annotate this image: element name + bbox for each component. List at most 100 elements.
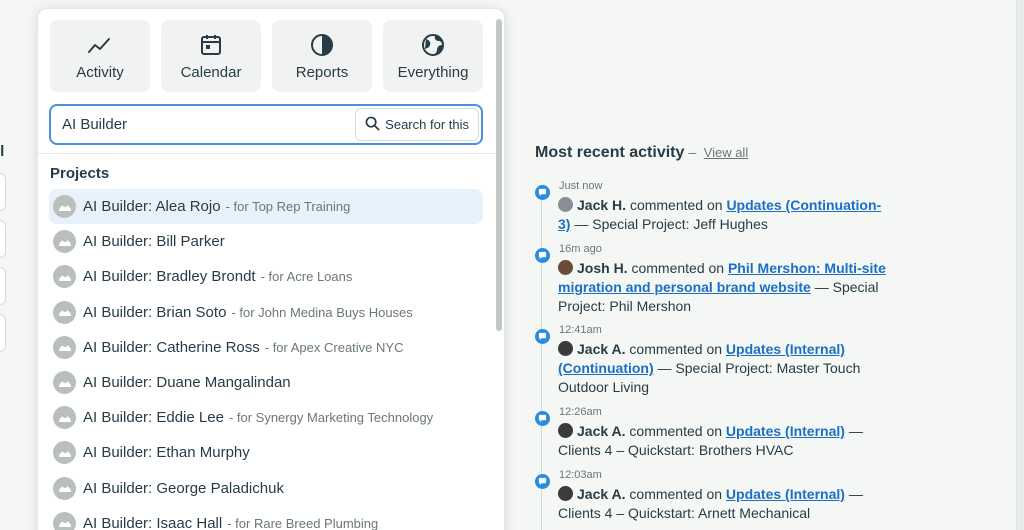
project-item[interactable]: AI Builder: Eddie Lee - for Synergy Marke… <box>49 400 483 435</box>
filter-reports-label: Reports <box>295 63 349 81</box>
filter-calendar-button[interactable]: Calendar <box>161 20 261 92</box>
user-avatar <box>558 486 573 501</box>
divider <box>38 153 496 154</box>
project-name: AI Builder: Catherine Ross <box>83 338 260 356</box>
project-client: - for Top Rep Training <box>225 199 351 215</box>
project-item[interactable]: AI Builder: Alea Rojo - for Top Rep Train… <box>49 189 483 225</box>
project-client: - for Synergy Marketing Technology <box>228 410 434 426</box>
activity-title: Most recent activity <box>535 144 685 161</box>
project-item[interactable]: AI Builder: Bradley Brondt - for Acre Loa… <box>49 259 483 294</box>
user-avatar <box>558 423 573 438</box>
filter-activity-button[interactable]: Activity <box>50 20 150 92</box>
comment-icon <box>535 248 550 263</box>
project-client: - for Acre Loans <box>260 269 353 285</box>
project-avatar-icon <box>53 230 76 254</box>
project-avatar-icon <box>53 195 76 219</box>
project-avatar-icon <box>53 265 76 289</box>
background-input-4[interactable] <box>0 314 6 352</box>
activity-verb: commented on <box>629 423 723 439</box>
project-client: - for Apex Creative NYC <box>264 339 404 355</box>
project-item[interactable]: AI Builder: George Paladichuk <box>49 471 483 506</box>
search-input[interactable] <box>51 106 341 143</box>
popup-scrollbar[interactable] <box>496 19 502 331</box>
activity-user[interactable]: Jack A. <box>577 423 626 439</box>
activity-user[interactable]: Jack H. <box>577 197 626 213</box>
activity-separator: – <box>688 144 697 160</box>
project-name: AI Builder: Bill Parker <box>83 233 225 251</box>
project-avatar-icon <box>53 371 76 395</box>
project-name: AI Builder: Brian Soto <box>83 303 227 321</box>
comment-icon <box>535 329 550 344</box>
activity-text: Jack H. commented on Updates (Continuati… <box>558 196 893 234</box>
search-icon <box>365 116 380 134</box>
project-item[interactable]: AI Builder: Isaac Hall - for Rare Breed P… <box>49 506 483 530</box>
comment-icon <box>535 474 550 489</box>
user-avatar <box>558 197 573 212</box>
background-input-2[interactable] <box>0 220 6 258</box>
background-input-3[interactable] <box>0 267 6 305</box>
project-avatar-icon <box>53 476 76 500</box>
project-item[interactable]: AI Builder: Ethan Murphy <box>49 435 483 470</box>
activity-time: 16m ago <box>559 243 602 255</box>
activity-time: 12:41am <box>559 324 602 336</box>
globe-icon <box>420 32 446 58</box>
activity-verb: commented on <box>629 197 723 213</box>
search-for-this-button[interactable]: Search for this <box>355 108 479 141</box>
filter-activity-label: Activity <box>76 63 124 81</box>
user-avatar <box>558 341 573 356</box>
activity-user[interactable]: Josh H. <box>577 260 628 276</box>
activity-verb: commented on <box>629 486 723 502</box>
user-avatar <box>558 260 573 275</box>
project-avatar-icon <box>53 406 76 430</box>
activity-verb: commented on <box>629 341 723 357</box>
activity-verb: commented on <box>631 260 725 276</box>
projects-heading: Projects <box>50 165 110 182</box>
project-name: AI Builder: Isaac Hall <box>83 514 223 530</box>
activity-header: Most recent activity – View all <box>535 144 748 162</box>
filter-calendar-label: Calendar <box>180 63 242 81</box>
right-edge-panel <box>1016 0 1024 530</box>
filter-everything-label: Everything <box>397 63 469 81</box>
project-name: AI Builder: Alea Rojo <box>83 198 221 216</box>
activity-text: Jack A. commented on Updates (Internal) … <box>558 422 893 460</box>
activity-text: Jack A. commented on Updates (Internal) … <box>558 340 893 397</box>
activity-user[interactable]: Jack A. <box>577 486 626 502</box>
search-popup: Activity Calendar Reports Everything AI … <box>37 8 505 530</box>
project-avatar-icon <box>53 335 76 359</box>
project-avatar-icon <box>53 441 76 465</box>
project-name: AI Builder: Eddie Lee <box>83 409 224 427</box>
project-item[interactable]: AI Builder: Brian Soto - for John Medina … <box>49 295 483 330</box>
project-name: AI Builder: George Paladichuk <box>83 479 284 497</box>
project-name: AI Builder: Duane Mangalindan <box>83 374 291 392</box>
filter-reports-button[interactable]: Reports <box>272 20 372 92</box>
activity-time: Just now <box>559 180 603 192</box>
activity-icon <box>87 32 113 58</box>
activity-time: 12:03am <box>559 469 602 481</box>
project-client: - for Rare Breed Plumbing <box>227 515 379 530</box>
project-item[interactable]: AI Builder: Bill Parker <box>49 224 483 259</box>
view-all-link[interactable]: View all <box>704 145 749 160</box>
project-item[interactable]: AI Builder: Catherine Ross - for Apex Cre… <box>49 330 483 365</box>
activity-context: — Special Project: Jeff Hughes <box>574 216 768 232</box>
search-for-this-label: Search for this <box>385 117 469 132</box>
activity-user[interactable]: Jack A. <box>577 341 626 357</box>
comment-icon <box>535 411 550 426</box>
activity-text: Josh H. commented on Phil Mershon: Multi… <box>558 259 893 316</box>
project-avatar-icon <box>53 300 76 324</box>
comment-icon <box>535 185 550 200</box>
activity-link[interactable]: Updates (Internal) <box>726 486 845 502</box>
activity-time: 12:26am <box>559 406 602 418</box>
reports-icon <box>309 32 335 58</box>
activity-link[interactable]: Updates (Internal) <box>726 423 845 439</box>
calendar-icon <box>198 32 224 58</box>
filter-everything-button[interactable]: Everything <box>383 20 483 92</box>
background-field-label: il <box>0 143 5 160</box>
projects-list: AI Builder: Alea Rojo - for Top Rep Train… <box>49 189 483 530</box>
filter-buttons: Activity Calendar Reports Everything <box>50 20 483 92</box>
project-client: - for John Medina Buys Houses <box>231 304 413 320</box>
activity-text: Jack A. commented on Updates (Internal) … <box>558 485 893 523</box>
project-item[interactable]: AI Builder: Duane Mangalindan <box>49 365 483 400</box>
project-name: AI Builder: Ethan Murphy <box>83 444 250 462</box>
project-name: AI Builder: Bradley Brondt <box>83 268 256 286</box>
background-input-1[interactable] <box>0 173 6 211</box>
